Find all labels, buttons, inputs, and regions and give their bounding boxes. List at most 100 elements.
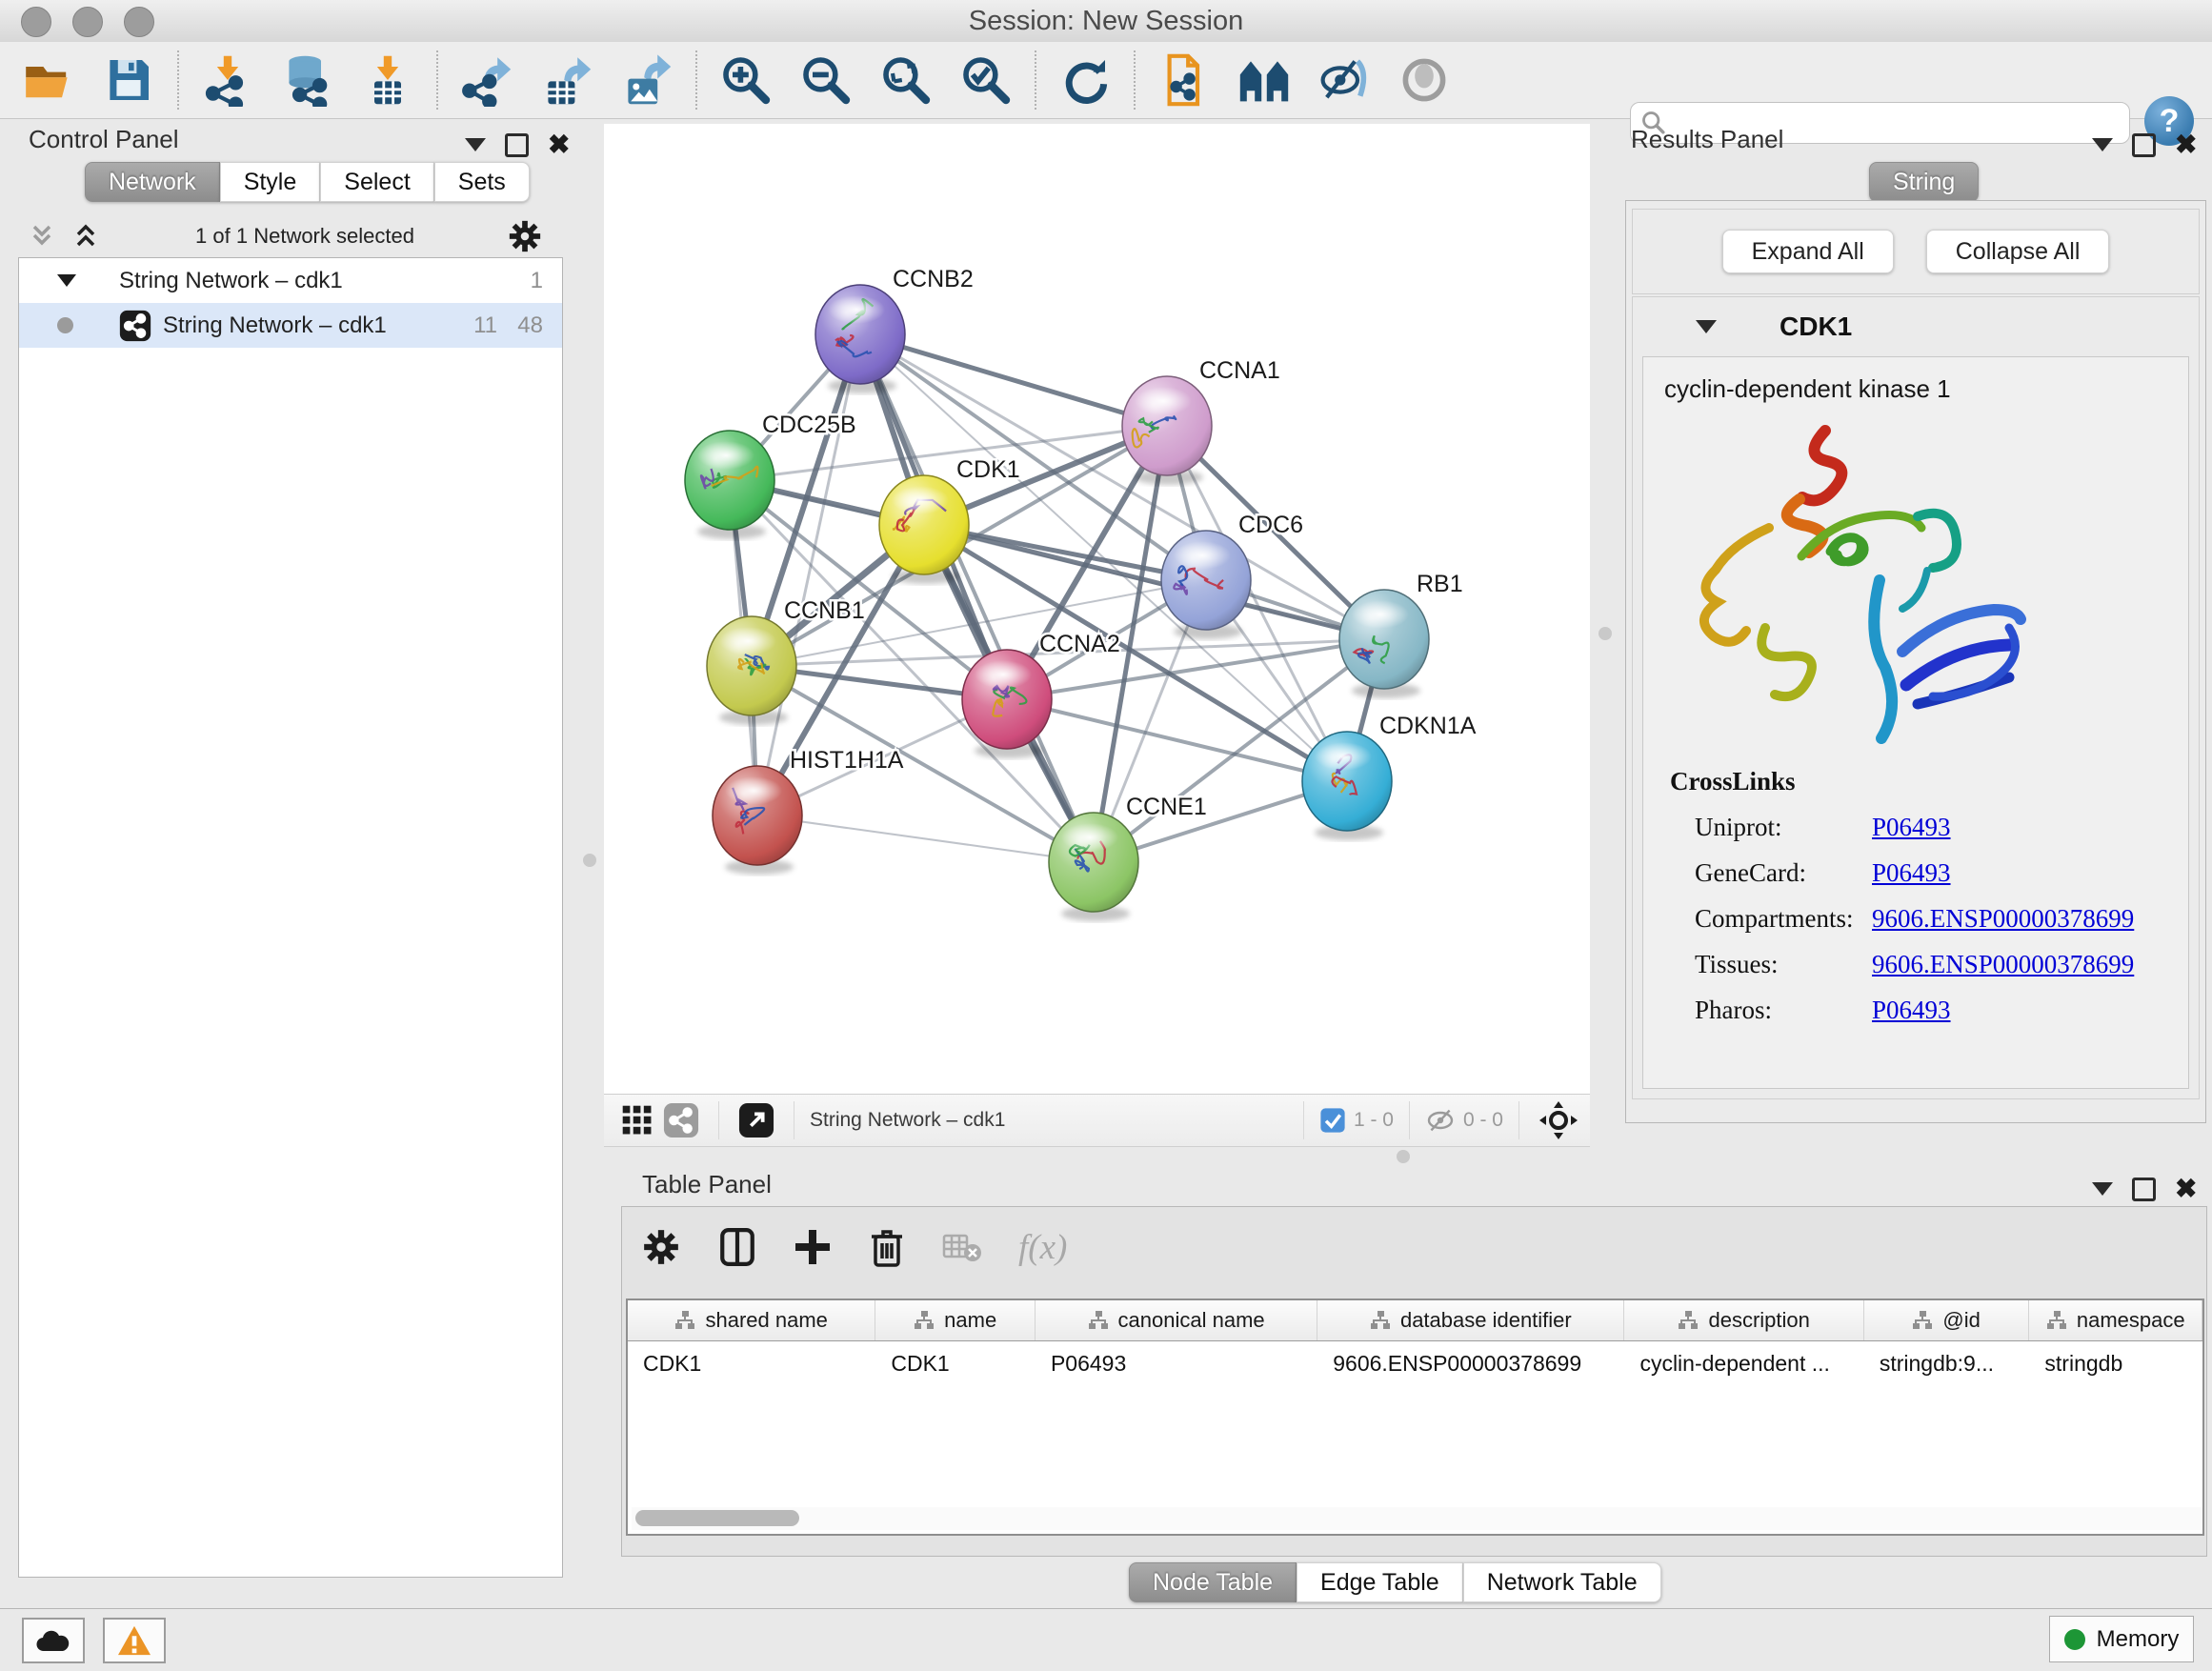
export-table-icon[interactable]: [539, 52, 594, 108]
node-RB1[interactable]: [1339, 590, 1429, 698]
expand-all-button[interactable]: Expand All: [1722, 230, 1894, 273]
table-panel-close-icon[interactable]: ✖: [2175, 1176, 2197, 1202]
edge-CCNA2-CDKN1A[interactable]: [1007, 699, 1347, 781]
column-header-description[interactable]: description: [1624, 1300, 1863, 1340]
tab-select[interactable]: Select: [320, 162, 433, 202]
collapse-all-networks-icon[interactable]: [29, 222, 59, 251]
open-in-new-window-icon[interactable]: [734, 1098, 778, 1142]
table-panel-float-icon[interactable]: [2132, 1178, 2156, 1201]
tab-style[interactable]: Style: [220, 162, 321, 202]
open-session-icon[interactable]: [21, 52, 76, 108]
show-columns-icon[interactable]: [717, 1227, 757, 1267]
tab-network[interactable]: Network: [85, 162, 220, 202]
refresh-icon[interactable]: [1057, 52, 1113, 108]
control-panel-menu-icon[interactable]: [465, 138, 486, 151]
import-network-icon[interactable]: [200, 52, 255, 108]
export-network-icon[interactable]: [459, 52, 514, 108]
edge-HIST1H1A-CCNE1[interactable]: [757, 815, 1094, 862]
hide-selected-icon[interactable]: [1317, 52, 1372, 108]
table-horizontal-scrollbar[interactable]: [632, 1507, 2204, 1530]
network-canvas[interactable]: CCNB2CCNA1CDC25BCDK1CDC6RB1CCNB1CCNA2CDK…: [604, 124, 1590, 1094]
bottom-splitter-handle[interactable]: [1397, 1150, 1410, 1163]
birds-eye-toggle-icon[interactable]: [1535, 1098, 1582, 1142]
show-all-icon[interactable]: [1397, 52, 1452, 108]
cdk1-collapse-icon[interactable]: [1696, 320, 1717, 333]
control-panel-tabs: NetworkStyleSelectSets: [85, 162, 530, 202]
column-header-name[interactable]: name: [875, 1300, 1036, 1340]
edge-CCNB2-CCNA1[interactable]: [860, 334, 1167, 426]
table-scrollbar-thumb[interactable]: [635, 1510, 799, 1526]
memory-button[interactable]: Memory: [2049, 1616, 2194, 1662]
zoom-selected-icon[interactable]: [958, 52, 1014, 108]
edge-CCNB2-HIST1H1A[interactable]: [757, 334, 860, 815]
column-header-id[interactable]: @id: [1864, 1300, 2030, 1340]
crosslink-link[interactable]: P06493: [1872, 858, 1951, 888]
results-panel-close-icon[interactable]: ✖: [2175, 131, 2197, 158]
crosslink-label: Compartments:: [1670, 904, 1872, 934]
node-CCNB2[interactable]: [815, 285, 905, 393]
tab-edge-table[interactable]: Edge Table: [1297, 1562, 1463, 1602]
node-CDKN1A[interactable]: [1302, 732, 1392, 840]
selected-checkbox-icon[interactable]: [1319, 1107, 1346, 1134]
import-table-icon[interactable]: [360, 52, 415, 108]
collapse-all-button[interactable]: Collapse All: [1926, 230, 2110, 273]
network-tree-row[interactable]: String Network – cdk11: [19, 258, 562, 303]
network-tree: String Network – cdk11String Network – c…: [18, 257, 563, 1578]
export-image-icon[interactable]: [619, 52, 674, 108]
results-panel-float-icon[interactable]: [2132, 133, 2156, 157]
left-splitter-handle[interactable]: [583, 854, 596, 867]
network-share-icon[interactable]: [659, 1098, 703, 1142]
warning-button[interactable]: [103, 1618, 166, 1663]
crosslink-link[interactable]: P06493: [1872, 996, 1951, 1025]
save-session-icon[interactable]: [101, 52, 156, 108]
network-options-gear-icon[interactable]: [507, 218, 543, 254]
table-row[interactable]: CDK1CDK1P064939606.ENSP00000378699cyclin…: [628, 1341, 2202, 1387]
network-tree-row[interactable]: String Network – cdk11148: [19, 303, 562, 348]
expand-all-networks-icon[interactable]: [72, 222, 103, 251]
node-CDC25B[interactable]: [685, 431, 774, 539]
network-status-dot: [57, 317, 73, 333]
string-network-icon: [119, 310, 151, 342]
control-panel-close-icon[interactable]: ✖: [548, 131, 570, 158]
node-label-CCNB2: CCNB2: [893, 266, 974, 292]
node-CCNA2[interactable]: [962, 650, 1052, 758]
cloud-button[interactable]: [22, 1618, 85, 1663]
node-CCNB1[interactable]: [707, 616, 796, 725]
column-header-databaseidentifier[interactable]: database identifier: [1317, 1300, 1624, 1340]
node-label-CDC25B: CDC25B: [762, 412, 856, 438]
tab-node-table[interactable]: Node Table: [1129, 1562, 1297, 1602]
column-header-canonicalname[interactable]: canonical name: [1036, 1300, 1317, 1340]
memory-status-dot: [2064, 1629, 2085, 1650]
tab-string[interactable]: String: [1869, 162, 1979, 202]
results-panel-menu-icon[interactable]: [2092, 138, 2113, 151]
import-network-database-icon[interactable]: [280, 52, 335, 108]
search-network-icon[interactable]: [1237, 52, 1292, 108]
crosslink-link[interactable]: P06493: [1872, 813, 1951, 842]
table-cell: cyclin-dependent ...: [1624, 1341, 1863, 1387]
table-options-gear-icon[interactable]: [641, 1227, 681, 1267]
node-label-CCNE1: CCNE1: [1126, 794, 1207, 820]
birds-eye-grid-icon[interactable]: [615, 1098, 659, 1142]
node-HIST1H1A[interactable]: [713, 766, 802, 875]
zoom-out-icon[interactable]: [798, 52, 854, 108]
create-column-plus-icon[interactable]: [794, 1228, 832, 1266]
open-document-share-icon[interactable]: [1156, 52, 1212, 108]
control-panel-float-icon[interactable]: [505, 133, 529, 157]
zoom-in-icon[interactable]: [718, 52, 774, 108]
node-CCNE1[interactable]: [1049, 813, 1138, 921]
edge-CCNB2-CCNE1[interactable]: [860, 334, 1094, 862]
crosslink-link[interactable]: 9606.ENSP00000378699: [1872, 950, 2134, 979]
crosslink-link[interactable]: 9606.ENSP00000378699: [1872, 904, 2134, 934]
column-header-namespace[interactable]: namespace: [2029, 1300, 2202, 1340]
zoom-fit-icon[interactable]: [878, 52, 934, 108]
table-panel-menu-icon[interactable]: [2092, 1182, 2113, 1196]
node-label-HIST1H1A: HIST1H1A: [790, 747, 904, 774]
column-header-sharedname[interactable]: shared name: [628, 1300, 875, 1340]
node-CCNA1[interactable]: [1122, 376, 1212, 485]
tab-sets[interactable]: Sets: [434, 162, 530, 202]
delete-column-trash-icon[interactable]: [868, 1227, 906, 1267]
column-header-label: shared name: [705, 1308, 827, 1333]
tree-expander-icon[interactable]: [57, 274, 76, 287]
tab-network-table[interactable]: Network Table: [1463, 1562, 1661, 1602]
right-splitter-handle[interactable]: [1599, 627, 1612, 640]
